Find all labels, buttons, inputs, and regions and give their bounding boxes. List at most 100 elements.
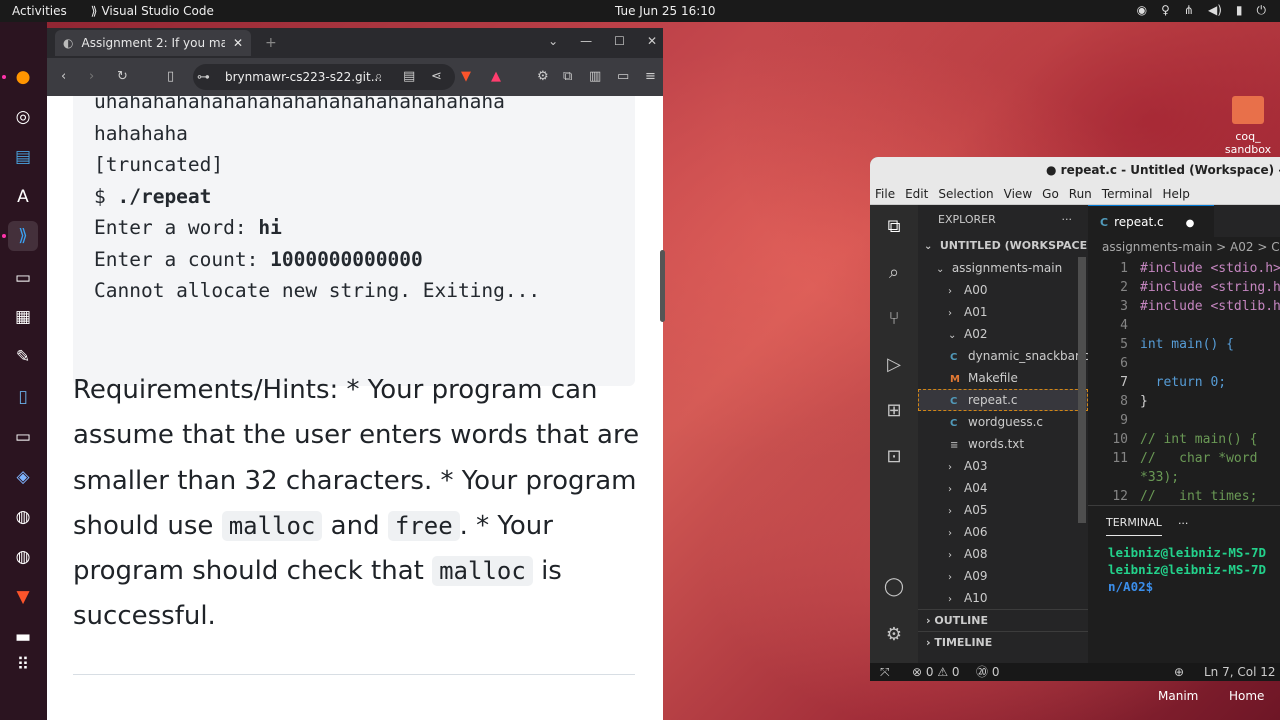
- folder-assignments-main[interactable]: ⌄ assignments-main: [918, 257, 1088, 279]
- editor-line[interactable]: 10 // int main() {: [1088, 430, 1280, 449]
- tree-file[interactable]: ≡ words.txt: [918, 433, 1088, 455]
- manage-gear-icon[interactable]: ⚙: [882, 623, 906, 647]
- desktop-folder-coq-sandbox[interactable]: coq_ sandbox: [1218, 96, 1278, 156]
- power-icon[interactable]: ⏻: [1257, 3, 1267, 18]
- account-icon[interactable]: ◯: [882, 575, 906, 599]
- tree-file[interactable]: Cwordguess.c: [918, 411, 1088, 433]
- new-tab-button[interactable]: +: [265, 35, 277, 51]
- tree-folder[interactable]: › A03: [918, 455, 1088, 477]
- extensions-icon[interactable]: ⧉: [563, 69, 572, 84]
- firefox-icon[interactable]: ●: [8, 62, 38, 92]
- editor-line[interactable]: 12 // int times;: [1088, 487, 1280, 506]
- inkscape-icon[interactable]: ✎: [8, 342, 38, 372]
- brave-shield-icon[interactable]: ▼: [461, 69, 471, 84]
- network-icon[interactable]: ⋔: [1184, 3, 1194, 18]
- tree-folder[interactable]: › A09: [918, 565, 1088, 587]
- brave-rewards-icon[interactable]: ▲: [491, 69, 501, 84]
- app-menu[interactable]: ⟫ Visual Studio Code: [91, 4, 214, 18]
- drive-icon[interactable]: ▬: [8, 622, 38, 652]
- tab-terminal[interactable]: TERMINAL: [1106, 516, 1162, 536]
- editor-line[interactable]: 4: [1088, 316, 1280, 335]
- tree-folder[interactable]: › A04: [918, 477, 1088, 499]
- editor-line[interactable]: 5 int main() {: [1088, 335, 1280, 354]
- close-window-icon[interactable]: ✕: [647, 34, 657, 48]
- editor-line[interactable]: 9: [1088, 411, 1280, 430]
- outline-section[interactable]: › OUTLINE: [918, 609, 1088, 631]
- editor-line[interactable]: 2 #include <string.h>: [1088, 278, 1280, 297]
- browser-tab[interactable]: ◐ Assignment 2: If you mal ✕: [55, 30, 251, 56]
- wallet-icon[interactable]: ▭: [617, 69, 629, 84]
- menu-terminal[interactable]: Terminal: [1102, 183, 1153, 204]
- editor-line[interactable]: *33);: [1088, 468, 1280, 487]
- editor-line[interactable]: 11 // char *word: [1088, 449, 1280, 468]
- editor-line[interactable]: 7 return 0;: [1088, 373, 1280, 392]
- desktop-label-home[interactable]: Home: [1229, 689, 1264, 703]
- clock[interactable]: Tue Jun 25 16:10: [615, 4, 716, 18]
- menu-view[interactable]: View: [1004, 183, 1032, 204]
- forward-icon[interactable]: ›: [89, 69, 94, 84]
- tree-folder[interactable]: › A01: [918, 301, 1088, 323]
- app-grid-icon[interactable]: ⠿: [8, 650, 38, 680]
- site-info-icon[interactable]: ⊶: [197, 70, 210, 85]
- zoom-icon[interactable]: ◈: [8, 462, 38, 492]
- search-icon[interactable]: ⌕: [882, 261, 906, 285]
- tree-folder[interactable]: › A10: [918, 587, 1088, 609]
- editor-tab-repeat-c[interactable]: Crepeat.c ●: [1088, 205, 1214, 237]
- code-editor[interactable]: 1 #include <stdio.h> 2 #include <string.h> 3…: [1088, 259, 1280, 506]
- sidebar-scrollbar[interactable]: [1078, 257, 1086, 523]
- obs-icon-2[interactable]: ◍: [8, 542, 38, 572]
- maximize-icon[interactable]: ☐: [614, 34, 625, 48]
- calendar-icon[interactable]: ▦: [8, 302, 38, 332]
- reader-icon[interactable]: ▤: [403, 69, 415, 84]
- sidebar-icon[interactable]: ▥: [589, 69, 601, 84]
- remote-icon[interactable]: ⊡: [882, 445, 906, 469]
- menu-selection[interactable]: Selection: [938, 183, 993, 204]
- system-tray[interactable]: ◉ ♀ ⋔ ◀) ▮ ⏻: [1137, 3, 1266, 18]
- source-control-icon[interactable]: ⑂: [882, 307, 906, 331]
- terminal-icon[interactable]: ▭: [8, 263, 38, 293]
- ports-status[interactable]: ⑳ 0: [976, 663, 999, 681]
- tree-folder[interactable]: › A08: [918, 543, 1088, 565]
- files-icon[interactable]: ▭: [8, 422, 38, 452]
- tree-folder[interactable]: ⌄ A02: [918, 323, 1088, 345]
- accessibility-icon[interactable]: ♀: [1161, 3, 1170, 18]
- run-debug-icon[interactable]: ▷: [882, 353, 906, 377]
- notes-icon[interactable]: ▯: [8, 382, 38, 412]
- explorer-icon[interactable]: ⧉: [882, 215, 906, 239]
- desktop-label-manim[interactable]: Manim: [1158, 689, 1198, 703]
- extensions-icon[interactable]: ⊞: [882, 399, 906, 423]
- zoom-status-icon[interactable]: ⊕: [1174, 663, 1184, 681]
- tree-file[interactable]: Cdynamic_snackbar.c: [918, 345, 1089, 367]
- vscode-icon[interactable]: ⟫: [8, 221, 38, 251]
- tree-file[interactable]: M Makefile: [918, 367, 1088, 389]
- terminal-output[interactable]: leibniz@leibniz-MS-7D leibniz@leibniz-MS-…: [1088, 544, 1280, 595]
- menu-edit[interactable]: Edit: [905, 183, 928, 204]
- browser-scrollbar[interactable]: [660, 250, 665, 322]
- tab-list-icon[interactable]: ⌄: [548, 34, 558, 48]
- brave-icon[interactable]: ▼: [8, 582, 38, 612]
- timeline-section[interactable]: › TIMELINE: [918, 631, 1088, 653]
- tree-folder[interactable]: › A06: [918, 521, 1088, 543]
- workspace-root[interactable]: ⌄ UNTITLED (WORKSPACE): [918, 235, 1092, 257]
- menu-icon[interactable]: ≡: [645, 69, 656, 84]
- font-icon[interactable]: A: [8, 182, 38, 212]
- activities-button[interactable]: Activities: [12, 4, 67, 18]
- editor-line[interactable]: 1 #include <stdio.h>: [1088, 259, 1280, 278]
- minimize-icon[interactable]: —: [580, 34, 592, 48]
- tree-file[interactable]: Crepeat.c: [918, 389, 1088, 411]
- editor-line[interactable]: 6: [1088, 354, 1280, 373]
- settings-gear-icon[interactable]: ⚙: [537, 69, 549, 84]
- cursor-position[interactable]: Ln 7, Col 12: [1204, 663, 1276, 681]
- editor-line[interactable]: 8}: [1088, 392, 1280, 411]
- tree-folder[interactable]: › A05: [918, 499, 1088, 521]
- menu-file[interactable]: File: [875, 183, 895, 204]
- panel-more-icon[interactable]: ···: [1178, 517, 1189, 530]
- rhythmbox-icon[interactable]: ◎: [8, 102, 38, 132]
- zoom-search-icon[interactable]: ⌕: [375, 69, 382, 84]
- bookmark-icon[interactable]: ▯: [167, 69, 174, 84]
- writer-icon[interactable]: ▤: [8, 142, 38, 172]
- url-bar[interactable]: brynmawr-cs223-s22.git...: [193, 64, 455, 90]
- unsaved-dot-icon[interactable]: ●: [1186, 218, 1195, 229]
- obs-icon[interactable]: ◍: [8, 502, 38, 532]
- close-tab-icon[interactable]: ✕: [233, 36, 243, 50]
